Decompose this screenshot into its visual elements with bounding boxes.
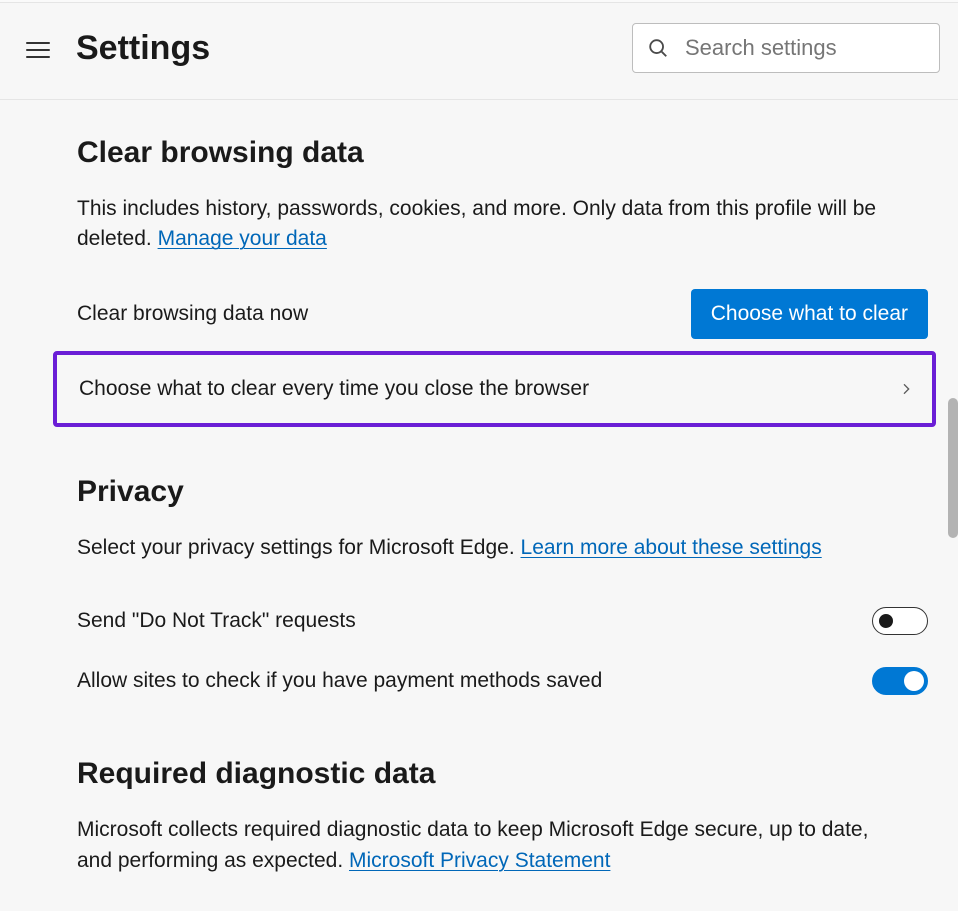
clear-now-row: Clear browsing data now Choose what to c… bbox=[77, 283, 928, 345]
dnt-label: Send "Do Not Track" requests bbox=[77, 609, 356, 633]
search-icon bbox=[647, 37, 669, 59]
payment-toggle[interactable] bbox=[872, 667, 928, 695]
diagnostic-heading: Required diagnostic data bbox=[77, 757, 928, 791]
content: Clear browsing data This includes histor… bbox=[0, 136, 958, 876]
clear-data-description: This includes history, passwords, cookie… bbox=[77, 194, 877, 255]
payment-row: Allow sites to check if you have payment… bbox=[77, 651, 928, 711]
privacy-desc-text: Select your privacy settings for Microso… bbox=[77, 536, 521, 559]
dnt-toggle[interactable] bbox=[872, 607, 928, 635]
search-box[interactable] bbox=[632, 23, 940, 73]
choose-on-close-row[interactable]: Choose what to clear every time you clos… bbox=[53, 351, 936, 427]
scrollbar-track[interactable] bbox=[948, 114, 958, 911]
privacy-statement-link[interactable]: Microsoft Privacy Statement bbox=[349, 849, 610, 872]
search-input[interactable] bbox=[685, 35, 925, 61]
choose-what-to-clear-button[interactable]: Choose what to clear bbox=[691, 289, 928, 339]
clear-browsing-data-heading: Clear browsing data bbox=[77, 136, 928, 170]
page-title: Settings bbox=[76, 29, 632, 68]
dnt-row: Send "Do Not Track" requests bbox=[77, 591, 928, 651]
manage-your-data-link[interactable]: Manage your data bbox=[158, 227, 327, 250]
payment-label: Allow sites to check if you have payment… bbox=[77, 669, 602, 693]
clear-now-label: Clear browsing data now bbox=[77, 302, 308, 326]
privacy-description: Select your privacy settings for Microso… bbox=[77, 533, 877, 563]
diagnostic-description: Microsoft collects required diagnostic d… bbox=[77, 815, 877, 876]
choose-on-close-label: Choose what to clear every time you clos… bbox=[79, 377, 589, 401]
privacy-heading: Privacy bbox=[77, 475, 928, 509]
header: Settings bbox=[0, 3, 958, 100]
menu-icon[interactable] bbox=[26, 38, 50, 62]
chevron-right-icon bbox=[898, 379, 914, 399]
scrollbar-thumb[interactable] bbox=[948, 398, 958, 538]
privacy-learn-more-link[interactable]: Learn more about these settings bbox=[521, 536, 822, 559]
